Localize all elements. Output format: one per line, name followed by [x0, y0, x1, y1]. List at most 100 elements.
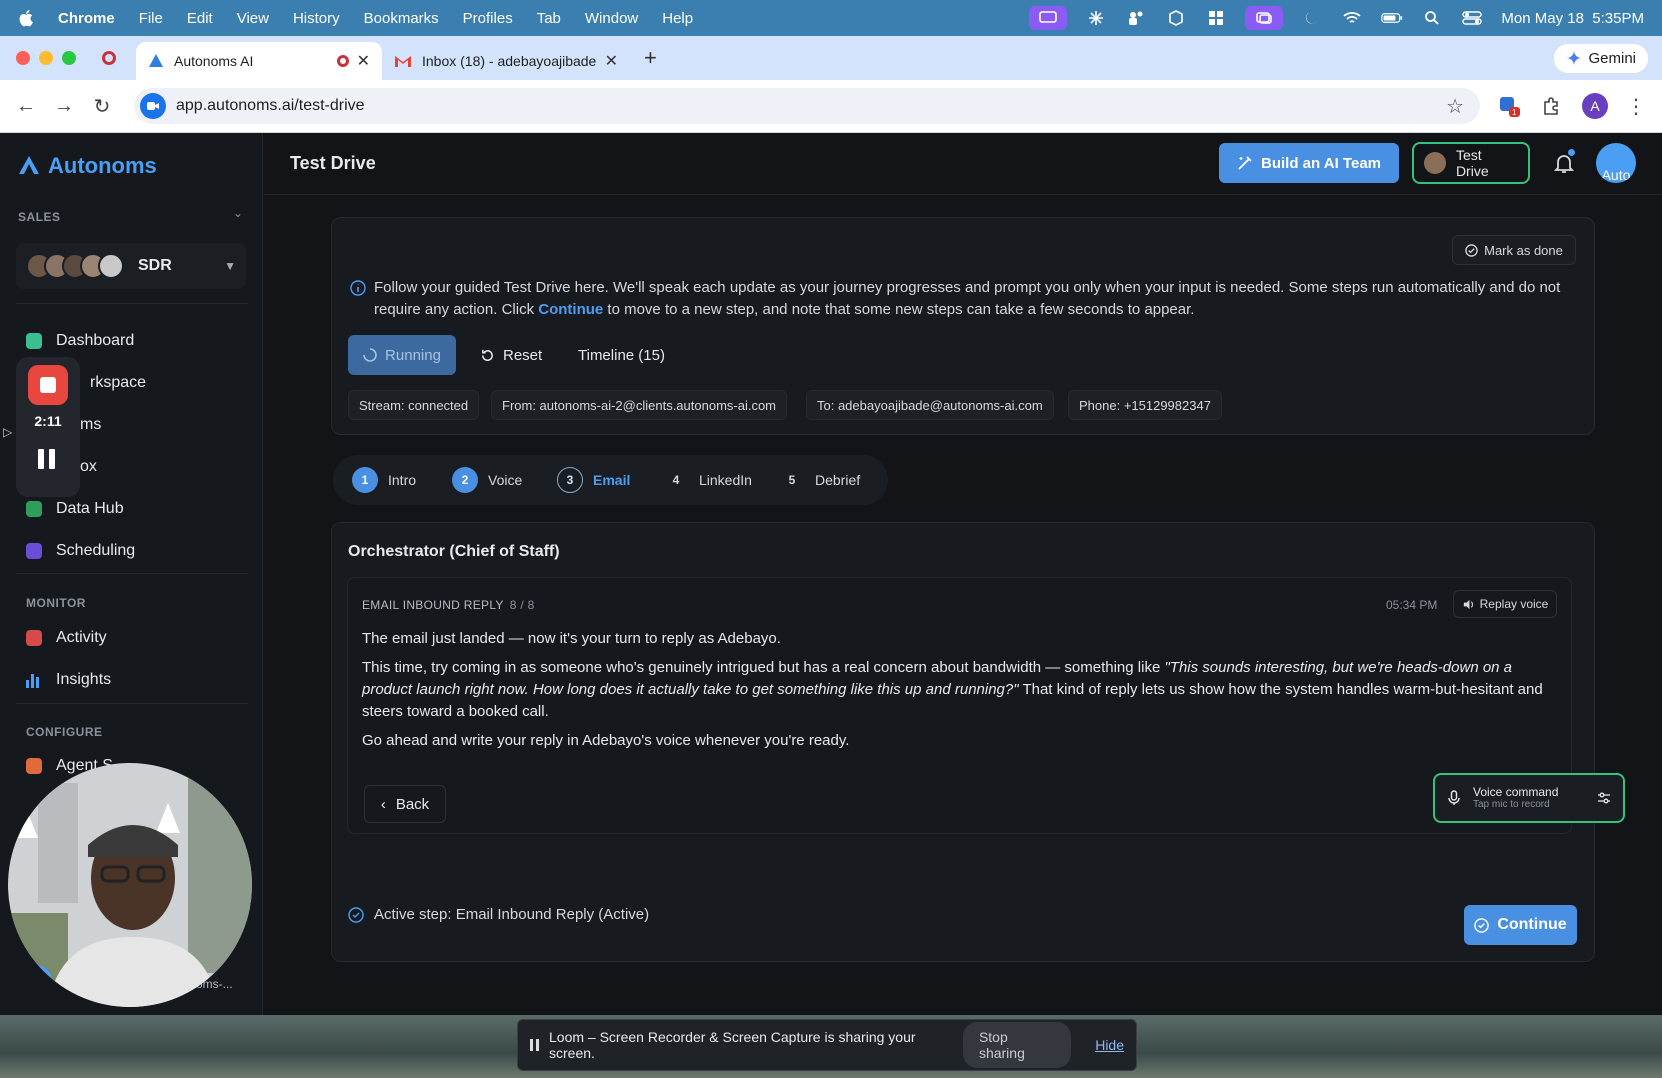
stop-sharing-button[interactable]: Stop sharing [962, 1022, 1072, 1068]
wifi-icon[interactable] [1341, 9, 1363, 27]
step-number: 2 [452, 467, 478, 493]
autonoms-favicon-icon [149, 54, 163, 67]
menu-history[interactable]: History [293, 10, 340, 27]
menu-app-name[interactable]: Chrome [58, 10, 115, 27]
step-debrief[interactable]: 5 Debrief [779, 467, 860, 493]
settings-sliders-icon[interactable] [1597, 791, 1611, 805]
voice-command-widget[interactable]: Voice command Tap mic to record [1433, 773, 1625, 823]
maximize-window-button[interactable] [62, 51, 76, 65]
moon-icon[interactable] [1301, 9, 1323, 27]
sidebar-item-label: ms [80, 416, 102, 433]
step-email[interactable]: 3 Email [557, 467, 630, 493]
menubar-datetime[interactable]: Mon May 18 5:35PM [1501, 10, 1644, 27]
reload-icon[interactable]: ↻ [90, 94, 114, 118]
sidebar-item-inbox[interactable]: ox [80, 458, 97, 476]
timeline-button[interactable]: Timeline (15) [566, 335, 677, 375]
running-button[interactable]: Running [348, 335, 456, 375]
step-linkedin[interactable]: 4 LinkedIn [663, 467, 752, 493]
sidebar-item-data-hub[interactable]: Data Hub [26, 500, 124, 518]
tab-gmail[interactable]: Inbox (18) - adebayoajibade@ ✕ [382, 42, 630, 80]
pause-icon[interactable] [530, 1039, 539, 1051]
gemini-sparkle-icon [1566, 50, 1583, 66]
brand-name: Autonoms [48, 153, 157, 178]
mark-as-done-button[interactable]: Mark as done [1452, 235, 1576, 265]
battery-icon[interactable] [1381, 9, 1403, 27]
macos-menu-bar: Chrome File Edit View History Bookmarks … [0, 0, 1662, 36]
menu-window[interactable]: Window [585, 10, 638, 27]
profile-avatar[interactable]: A [1582, 93, 1608, 119]
sidebar-item-label: Scheduling [56, 542, 136, 559]
spotlight-search-icon[interactable] [1421, 9, 1443, 27]
sidebar-item-label: Dashboard [56, 332, 135, 349]
forward-arrow-icon[interactable]: → [52, 94, 76, 118]
autonoms-logo-icon [19, 156, 39, 174]
stop-recording-button[interactable] [28, 365, 68, 405]
microphone-icon[interactable] [1447, 790, 1461, 806]
user-avatar[interactable]: Auto [1596, 143, 1636, 183]
sidebar-item-activity[interactable]: Activity [26, 629, 107, 647]
control-center-icon[interactable] [1461, 9, 1483, 27]
grid-icon[interactable] [1205, 9, 1227, 27]
sidebar-item-dashboard[interactable]: Dashboard [26, 332, 134, 350]
menu-bookmarks[interactable]: Bookmarks [364, 10, 439, 27]
loom-recorder-controls: 2:11 [16, 357, 80, 497]
minimize-window-button[interactable] [39, 51, 53, 65]
step-voice[interactable]: 2 Voice [452, 467, 522, 493]
url-text[interactable]: app.autonoms.ai/test-drive [176, 97, 1446, 115]
build-ai-team-button[interactable]: Build an AI Team [1219, 143, 1399, 183]
close-window-button[interactable] [16, 51, 30, 65]
continue-button[interactable]: Continue [1464, 905, 1577, 945]
menu-file[interactable]: File [139, 10, 163, 27]
new-tab-button[interactable]: + [644, 45, 657, 71]
tab-autonoms[interactable]: Autonoms AI ✕ [136, 42, 382, 80]
continue-link[interactable]: Continue [538, 301, 603, 318]
site-info-icon[interactable] [140, 93, 166, 119]
phone-chip: Phone: +15129982347 [1068, 390, 1222, 420]
bookmark-star-icon[interactable]: ☆ [1446, 94, 1464, 119]
extensions-puzzle-icon[interactable] [1538, 93, 1564, 119]
sidebar-item-scheduling[interactable]: Scheduling [26, 542, 135, 560]
pause-recording-button[interactable] [38, 449, 58, 471]
cube-icon[interactable] [1165, 9, 1187, 27]
reset-button[interactable]: Reset [468, 335, 554, 375]
gmail-icon [395, 56, 411, 67]
sidebar-item-insights[interactable]: Insights [26, 671, 111, 689]
teams-status-icon[interactable] [1125, 9, 1147, 27]
back-button[interactable]: ‹ Back [364, 785, 446, 823]
apple-icon[interactable] [18, 9, 36, 27]
step-intro[interactable]: 1 Intro [352, 467, 416, 493]
menu-tab[interactable]: Tab [537, 10, 561, 27]
extension-badge-icon[interactable]: 1 [1496, 93, 1522, 119]
menu-view[interactable]: View [237, 10, 269, 27]
window-icon[interactable] [1245, 6, 1284, 30]
menu-help[interactable]: Help [662, 10, 693, 27]
hide-banner-link[interactable]: Hide [1095, 1037, 1124, 1053]
screen-share-icon[interactable] [1029, 6, 1068, 30]
gemini-button[interactable]: Gemini [1554, 43, 1648, 73]
step-number: 1 [352, 467, 378, 493]
dashboard-icon [26, 333, 42, 349]
menu-edit[interactable]: Edit [187, 10, 213, 27]
test-drive-button[interactable]: Test Drive [1412, 142, 1530, 184]
brand-logo[interactable]: Autonoms [18, 153, 157, 179]
pause-icon [38, 449, 44, 469]
sparkle-icon[interactable] [1085, 9, 1107, 27]
sidebar-item-teams[interactable]: ms [80, 416, 101, 434]
sales-collapse-chevron-icon[interactable]: ⌄ [233, 206, 243, 220]
address-bar[interactable]: app.autonoms.ai/test-drive ☆ [134, 88, 1480, 124]
close-tab-icon[interactable]: ✕ [605, 51, 618, 71]
browser-menu-icon[interactable]: ⋮ [1624, 94, 1648, 118]
sidebar-item-workspace[interactable]: rkspace [90, 374, 146, 392]
close-tab-icon[interactable]: ✕ [357, 51, 370, 71]
step-label: Email [593, 472, 631, 488]
replay-voice-button[interactable]: Replay voice [1453, 590, 1557, 618]
back-arrow-icon[interactable]: ← [14, 94, 38, 118]
expand-controls-icon[interactable]: ▷ [3, 425, 12, 439]
team-selector[interactable]: SDR ▼ [16, 243, 246, 289]
tab-title: Inbox (18) - adebayoajibade@ [422, 53, 597, 69]
instructions-text-end: to move to a new step, and note that som… [603, 301, 1195, 318]
browser-toolbar: ← → ↻ app.autonoms.ai/test-drive ☆ 1 A ⋮ [0, 80, 1662, 133]
menu-profiles[interactable]: Profiles [463, 10, 513, 27]
step-number: 5 [788, 473, 796, 487]
camera-bubble[interactable] [8, 763, 252, 1007]
